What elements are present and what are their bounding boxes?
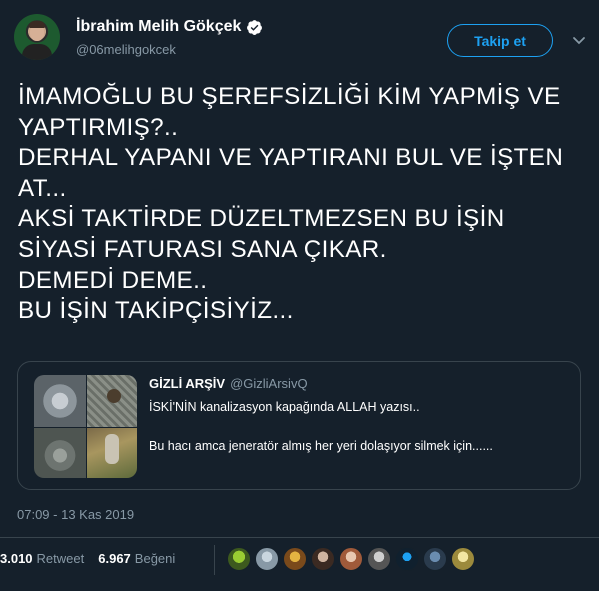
liker-avatars: [227, 547, 479, 571]
tweet-timestamp[interactable]: 07:09 - 13 Kas 2019: [17, 507, 134, 522]
verified-badge-icon: [247, 19, 263, 35]
quoted-text-line: İSKİ'NİN kanalizasyon kapağında ALLAH ya…: [149, 400, 420, 414]
tweet-line: DERHAL YAPANI VE YAPTIRANI BUL VE İŞTEN: [18, 144, 564, 172]
stats-divider: [214, 545, 215, 575]
tweet-stats: 3.010 Retweet 6.967 Beğeni: [0, 551, 189, 566]
tweet-body: İMAMOĞLU BU ŞEREFSİZLİĞİ KİM YAPMİŞ VE Y…: [18, 82, 593, 327]
tweet-line: YAPTIRMIŞ?..: [18, 113, 179, 141]
liker-avatar[interactable]: [227, 547, 251, 571]
media-thumbnail[interactable]: [87, 375, 137, 427]
retweet-label[interactable]: Retweet: [37, 551, 85, 566]
liker-avatar[interactable]: [339, 547, 363, 571]
divider: [0, 537, 599, 538]
like-count[interactable]: 6.967: [98, 551, 131, 566]
tweet-line: AT...: [18, 174, 67, 202]
tweet-line: DEMEDİ DEME..: [18, 266, 208, 294]
tweet-header: İbrahim Melih Gökçek @06melihgokcek Taki…: [0, 0, 599, 70]
liker-avatar[interactable]: [311, 547, 335, 571]
tweet-line: AKSİ TAKTİRDE DÜZELTMEZSEN BU İŞİN: [18, 205, 505, 233]
retweet-count[interactable]: 3.010: [0, 551, 33, 566]
quoted-tweet-card[interactable]: GİZLİ ARŞİV @GizliArsivQ İSKİ'NİN kanali…: [17, 361, 581, 490]
quoted-author-name: GİZLİ ARŞİV: [149, 376, 226, 391]
liker-avatar[interactable]: [395, 547, 419, 571]
author-handle[interactable]: @06melihgokcek: [76, 42, 176, 57]
quoted-media-grid[interactable]: [34, 375, 137, 478]
media-thumbnail[interactable]: [87, 428, 137, 478]
author-display-name[interactable]: İbrahim Melih Gökçek: [76, 18, 241, 36]
chevron-down-icon[interactable]: [572, 36, 586, 46]
quoted-text-line: Bu hacı amca jeneratör almış her yeri do…: [149, 439, 493, 453]
tweet-line: İMAMOĞLU BU ŞEREFSİZLİĞİ KİM YAPMİŞ VE: [18, 83, 561, 110]
liker-avatar[interactable]: [255, 547, 279, 571]
like-label[interactable]: Beğeni: [135, 551, 175, 566]
liker-avatar[interactable]: [283, 547, 307, 571]
author-name-row: İbrahim Melih Gökçek: [76, 18, 263, 36]
tweet-line: SİYASİ FATURASI SANA ÇIKAR.: [18, 235, 387, 263]
liker-avatar[interactable]: [367, 547, 391, 571]
tweet-line: BU İŞİN TAKİPÇİSİYİZ...: [18, 297, 294, 325]
author-avatar[interactable]: [14, 14, 60, 60]
media-thumbnail[interactable]: [34, 375, 86, 427]
liker-avatar[interactable]: [423, 547, 447, 571]
quoted-header: GİZLİ ARŞİV @GizliArsivQ: [149, 376, 308, 391]
follow-button[interactable]: Takip et: [447, 24, 553, 57]
liker-avatar[interactable]: [451, 547, 475, 571]
quoted-author-handle: @GizliArsivQ: [230, 376, 308, 391]
media-thumbnail[interactable]: [34, 428, 86, 478]
